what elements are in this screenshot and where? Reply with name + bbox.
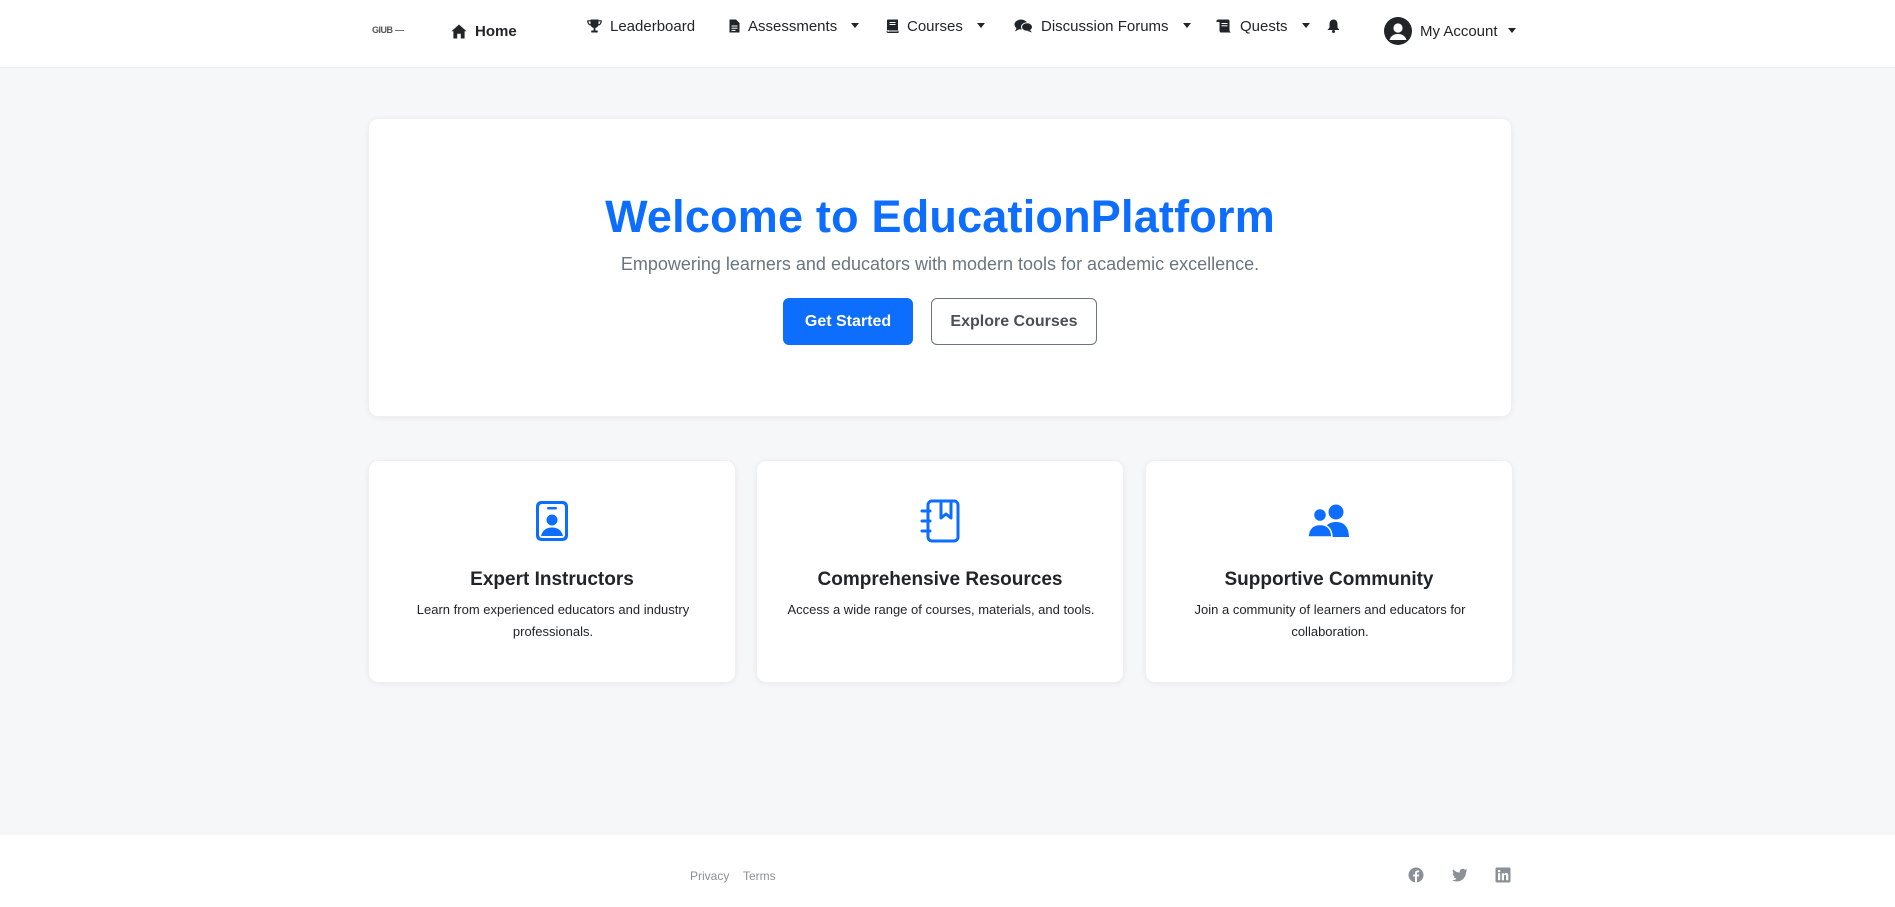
people-icon bbox=[1307, 504, 1349, 538]
nav-discussion-forums[interactable]: Discussion Forums bbox=[1014, 0, 1191, 54]
nav-home[interactable]: Home bbox=[451, 3, 517, 59]
nav-discussion-forums-label: Discussion Forums bbox=[1041, 17, 1169, 35]
notifications-button[interactable] bbox=[1327, 0, 1340, 54]
linkedin-icon[interactable] bbox=[1495, 867, 1511, 883]
brand-logo-text: GIUB bbox=[372, 25, 393, 35]
brand-logo-line bbox=[394, 29, 404, 31]
feature-text: Learn from experienced educators and ind… bbox=[416, 602, 690, 639]
brand-logo[interactable]: GIUB bbox=[372, 22, 404, 38]
terms-link[interactable]: Terms bbox=[743, 869, 776, 883]
feature-text: Join a community of learners and educato… bbox=[1194, 602, 1466, 639]
my-account-dropdown[interactable]: My Account bbox=[1384, 3, 1516, 59]
explore-courses-button[interactable]: Explore Courses bbox=[931, 298, 1097, 345]
nav-leaderboard[interactable]: Leaderboard bbox=[587, 0, 695, 54]
file-icon bbox=[729, 19, 740, 33]
nav-assessments[interactable]: Assessments bbox=[729, 0, 860, 54]
comments-icon bbox=[1014, 19, 1033, 33]
chevron-down-icon bbox=[1182, 22, 1191, 28]
hero-subtitle: Empowering learners and educators with m… bbox=[620, 254, 1260, 274]
chevron-down-icon bbox=[976, 22, 985, 28]
hero-section: Welcome to EducationPlatform Empowering … bbox=[368, 118, 1512, 417]
avatar bbox=[1384, 17, 1412, 45]
feature-text: Access a wide range of courses, material… bbox=[787, 602, 1095, 617]
chevron-down-icon bbox=[1507, 27, 1516, 33]
feature-title: Supportive Community bbox=[1224, 569, 1434, 590]
book-icon bbox=[886, 19, 899, 33]
feature-title: Expert Instructors bbox=[470, 569, 634, 590]
twitter-icon[interactable] bbox=[1452, 867, 1468, 883]
nav-leaderboard-label: Leaderboard bbox=[610, 17, 696, 35]
get-started-button[interactable]: Get Started bbox=[783, 298, 913, 345]
id-badge-icon bbox=[536, 501, 568, 541]
nav-courses-label: Courses bbox=[907, 17, 963, 35]
user-icon bbox=[1389, 23, 1407, 40]
feature-card-resources: Comprehensive Resources Access a wide ra… bbox=[756, 460, 1124, 683]
feature-card-instructors: Expert Instructors Learn from experience… bbox=[368, 460, 736, 683]
privacy-link[interactable]: Privacy bbox=[690, 869, 729, 883]
nav-assessments-label: Assessments bbox=[748, 17, 838, 35]
nav-quests[interactable]: Quests bbox=[1216, 0, 1310, 54]
journal-bookmark-icon bbox=[920, 499, 960, 543]
nav-courses[interactable]: Courses bbox=[886, 0, 985, 54]
chevron-down-icon bbox=[1301, 22, 1310, 28]
feature-card-community: Supportive Community Join a community of… bbox=[1145, 460, 1513, 683]
home-icon bbox=[451, 24, 467, 38]
top-navbar: GIUB Home Leaderboard Assessments Course… bbox=[0, 0, 1895, 68]
scroll-icon bbox=[1216, 19, 1232, 33]
nav-home-label: Home bbox=[475, 22, 517, 40]
facebook-icon[interactable] bbox=[1408, 867, 1424, 883]
feature-title: Comprehensive Resources bbox=[817, 569, 1063, 590]
nav-quests-label: Quests bbox=[1240, 17, 1288, 35]
trophy-icon bbox=[587, 19, 602, 33]
chevron-down-icon bbox=[851, 22, 860, 28]
my-account-label: My Account bbox=[1420, 22, 1498, 40]
bell-icon bbox=[1327, 19, 1340, 33]
hero-title: Welcome to EducationPlatform bbox=[605, 191, 1275, 242]
page-footer: Privacy Terms bbox=[0, 835, 1895, 907]
